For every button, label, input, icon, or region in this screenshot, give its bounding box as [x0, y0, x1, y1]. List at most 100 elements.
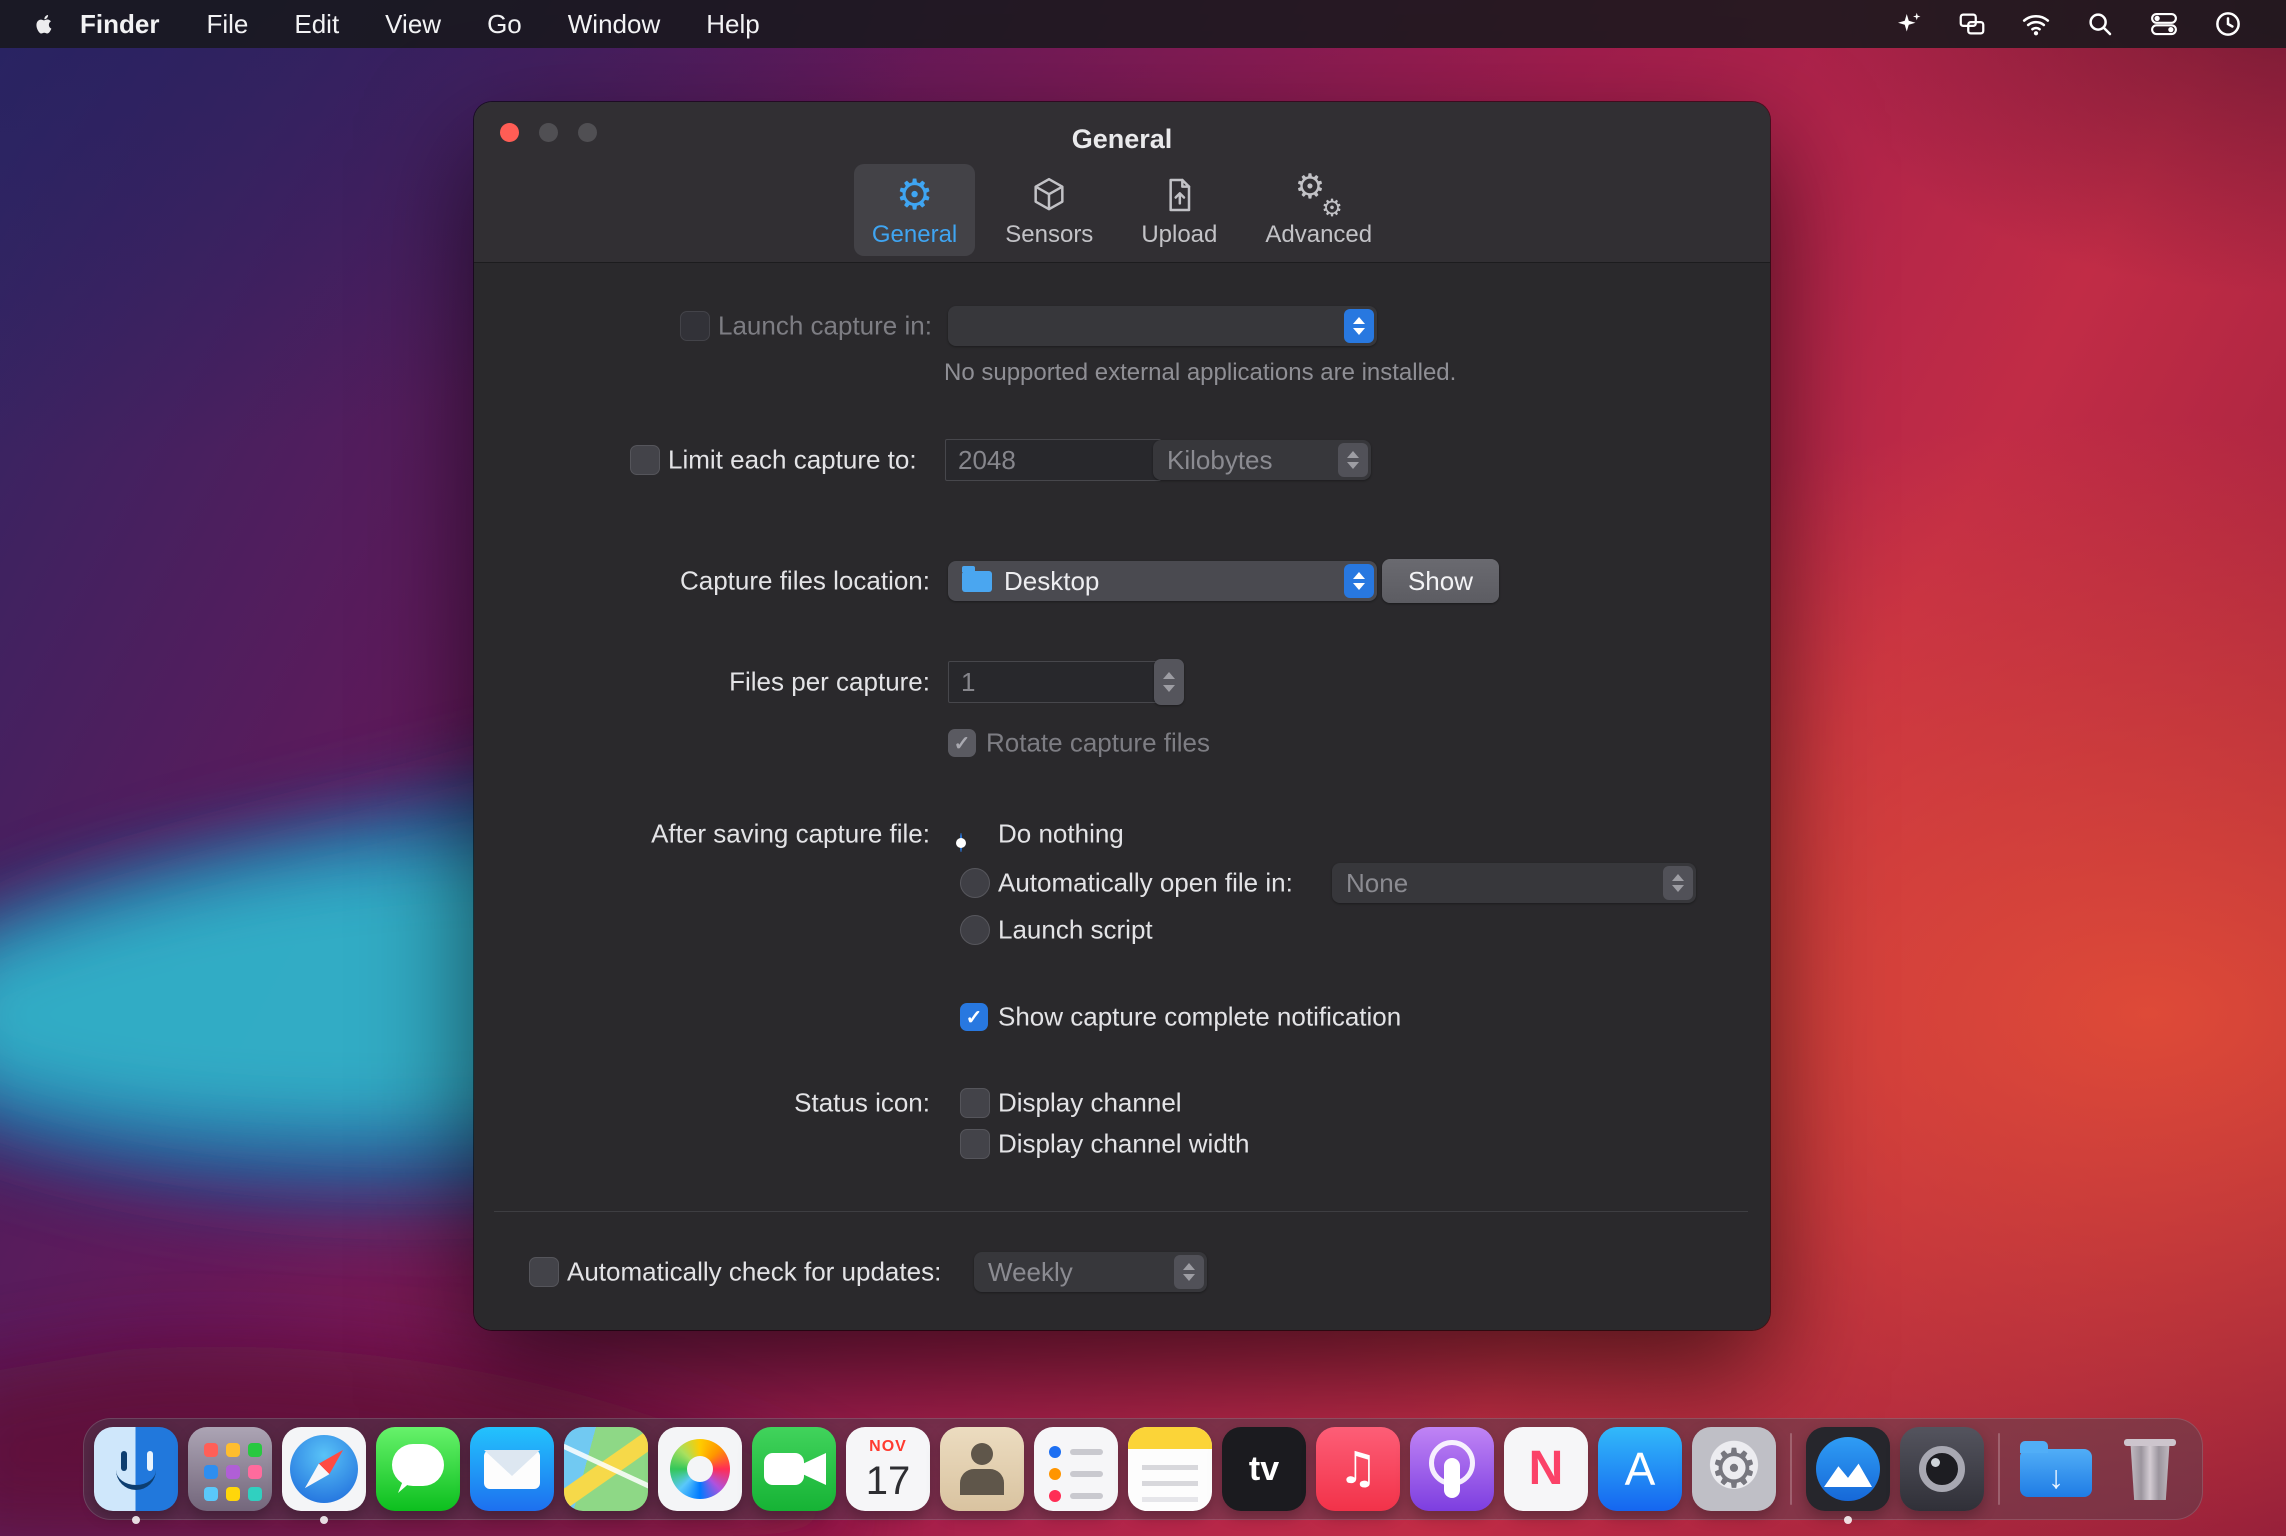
menu-edit[interactable]: Edit — [271, 9, 362, 40]
running-indicator — [320, 1516, 328, 1524]
preferences-window: General ⚙ General Sensors Upload ⚙ ⚙ Adv… — [474, 102, 1770, 1330]
files-per-capture-field[interactable]: 1 — [948, 661, 1164, 703]
reminders-dock-icon[interactable] — [1034, 1427, 1118, 1511]
dock-divider — [1790, 1433, 1792, 1505]
do-nothing-radio[interactable] — [960, 833, 962, 852]
clock-icon[interactable] — [2196, 0, 2260, 48]
maps-icon — [564, 1427, 648, 1511]
launch-capture-row: Launch capture in: — [474, 306, 1770, 346]
menu-view[interactable]: View — [362, 9, 464, 40]
menu-bar-status-area — [1876, 0, 2286, 48]
capture-location-row: Capture files location: Desktop Show — [474, 559, 1770, 603]
messages-icon — [376, 1427, 460, 1511]
downloads-dock-icon[interactable]: ↓ — [2014, 1427, 2098, 1511]
running-indicator — [1844, 1516, 1852, 1524]
menu-help[interactable]: Help — [683, 9, 782, 40]
popup-stepper-icon — [1663, 866, 1693, 900]
launchpad-dock-icon[interactable] — [188, 1427, 272, 1511]
photos-icon — [658, 1427, 742, 1511]
running-indicator — [132, 1516, 140, 1524]
menu-file[interactable]: File — [183, 9, 271, 40]
tab-general[interactable]: ⚙ General — [853, 164, 976, 256]
photos-dock-icon[interactable] — [658, 1427, 742, 1511]
display-channel-width-checkbox[interactable] — [960, 1129, 990, 1159]
tab-advanced[interactable]: ⚙ ⚙ Advanced — [1247, 164, 1390, 256]
search-icon[interactable] — [2068, 0, 2132, 48]
menu-go[interactable]: Go — [464, 9, 545, 40]
systemprefs-dock-icon[interactable]: ⚙ — [1692, 1427, 1776, 1511]
apple-menu-icon[interactable] — [0, 0, 80, 48]
calendar-dock-icon[interactable]: NOV 17 — [846, 1427, 930, 1511]
airtool-icon — [1806, 1427, 1890, 1511]
display-channel-checkbox[interactable] — [960, 1088, 990, 1118]
wifi-icon[interactable] — [2004, 0, 2068, 48]
launch-capture-popup[interactable] — [948, 306, 1377, 346]
windows-icon[interactable] — [1940, 0, 2004, 48]
upload-document-icon — [1159, 172, 1199, 218]
show-button[interactable]: Show — [1382, 559, 1499, 603]
toolbar-tabs: ⚙ General Sensors Upload ⚙ ⚙ Advanced — [474, 164, 1770, 256]
rotate-files-row: Rotate capture files — [474, 723, 1770, 763]
limit-capture-checkbox[interactable] — [630, 445, 660, 475]
control-center-icon[interactable] — [2132, 0, 2196, 48]
appstore-icon: A — [1598, 1427, 1682, 1511]
tab-general-label: General — [871, 221, 958, 248]
open-file-popup[interactable]: None — [1332, 863, 1696, 903]
safari-dock-icon[interactable] — [282, 1427, 366, 1524]
active-app-menu[interactable]: Finder — [80, 9, 183, 40]
finder-dock-icon[interactable] — [94, 1427, 178, 1524]
podcasts-dock-icon[interactable] — [1410, 1427, 1494, 1511]
airtool-dock-icon[interactable] — [1806, 1427, 1890, 1524]
reminders-icon — [1034, 1427, 1118, 1511]
camera-app-dock-icon[interactable] — [1900, 1427, 1984, 1511]
maps-dock-icon[interactable] — [564, 1427, 648, 1511]
notification-checkbox[interactable] — [960, 1003, 988, 1031]
files-per-capture-stepper[interactable] — [1154, 659, 1184, 705]
mail-dock-icon[interactable] — [470, 1427, 554, 1511]
popup-stepper-icon — [1338, 443, 1368, 477]
do-nothing-label: Do nothing — [998, 818, 1124, 849]
settings-panel: Launch capture in: No supported external… — [474, 262, 1770, 1330]
rotate-files-label: Rotate capture files — [986, 727, 1211, 758]
menu-window[interactable]: Window — [545, 9, 683, 40]
launch-capture-checkbox[interactable] — [680, 311, 710, 341]
open-file-radio[interactable] — [960, 868, 990, 898]
launch-script-label: Launch script — [998, 914, 1153, 945]
news-dock-icon[interactable]: N — [1504, 1427, 1588, 1511]
facetime-dock-icon[interactable] — [752, 1427, 836, 1511]
dock-divider — [1998, 1433, 2000, 1505]
window-titlebar[interactable]: General ⚙ General Sensors Upload ⚙ ⚙ Adv… — [474, 102, 1770, 262]
launch-capture-label: Launch capture in: — [718, 310, 932, 341]
files-per-capture-label: Files per capture: — [729, 666, 930, 697]
contacts-icon — [940, 1427, 1024, 1511]
status-icon-label: Status icon: — [794, 1087, 930, 1118]
notes-dock-icon[interactable] — [1128, 1427, 1212, 1511]
popup-stepper-icon — [1344, 564, 1374, 598]
section-divider — [494, 1211, 1748, 1212]
limit-unit-popup[interactable]: Kilobytes — [1153, 440, 1371, 480]
limit-size-field[interactable]: 2048 — [945, 439, 1161, 481]
check-updates-checkbox[interactable] — [529, 1257, 559, 1287]
music-dock-icon[interactable]: ♫ — [1316, 1427, 1400, 1511]
appstore-dock-icon[interactable]: A — [1598, 1427, 1682, 1511]
after-saving-label: After saving capture file: — [651, 818, 930, 849]
messages-dock-icon[interactable] — [376, 1427, 460, 1511]
launch-script-radio[interactable] — [960, 915, 990, 945]
tab-advanced-label: Advanced — [1265, 221, 1373, 248]
popup-stepper-icon — [1174, 1255, 1204, 1289]
facetime-icon — [752, 1427, 836, 1511]
sparkle-icon[interactable] — [1876, 0, 1940, 48]
tab-upload[interactable]: Upload — [1123, 164, 1235, 256]
tab-sensors[interactable]: Sensors — [987, 164, 1111, 256]
tab-upload-label: Upload — [1141, 221, 1218, 248]
contacts-dock-icon[interactable] — [940, 1427, 1024, 1511]
files-per-capture-row: Files per capture: 1 — [474, 659, 1770, 705]
updates-interval-popup[interactable]: Weekly — [974, 1252, 1207, 1292]
trash-dock-icon[interactable] — [2108, 1427, 2192, 1511]
notes-icon — [1128, 1427, 1212, 1511]
capture-location-popup[interactable]: Desktop — [948, 561, 1377, 601]
rotate-files-checkbox[interactable] — [948, 729, 976, 757]
window-title: General — [1071, 124, 1173, 154]
news-icon: N — [1504, 1427, 1588, 1511]
appletv-dock-icon[interactable]: tv — [1222, 1427, 1306, 1511]
